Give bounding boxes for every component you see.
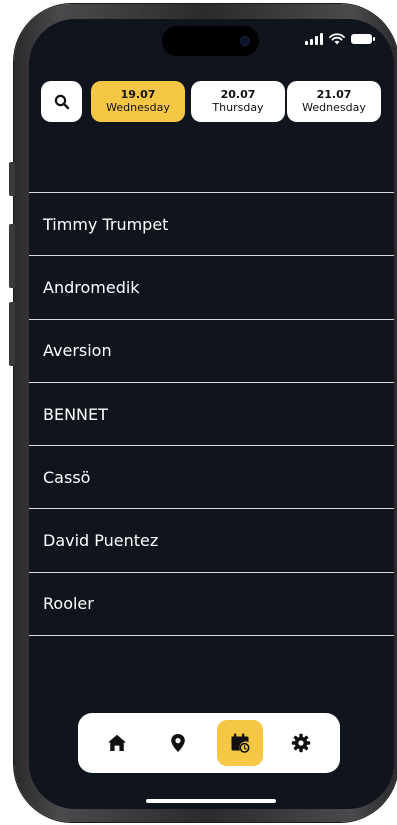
date-tab-1[interactable]: 20.07 Thursday [191, 81, 285, 122]
gear-icon [292, 733, 311, 753]
artist-list: Timmy Trumpet Andromedik Aversion BENNET… [29, 192, 394, 637]
search-icon [54, 94, 69, 109]
date-tab-weekday: Thursday [212, 101, 264, 114]
artist-list-item[interactable]: Andromedik [29, 256, 394, 320]
date-tab-weekday: Wednesday [302, 101, 366, 114]
status-bar [305, 33, 375, 45]
home-icon [107, 734, 126, 751]
nav-location-button[interactable] [155, 720, 201, 766]
volume-up-button [9, 224, 15, 288]
artist-list-item[interactable]: David Puentez [29, 509, 394, 573]
signal-icon [305, 33, 323, 45]
home-indicator[interactable] [146, 799, 276, 803]
date-tab-0[interactable]: 19.07 Wednesday [91, 81, 185, 122]
date-tab-date: 21.07 [316, 88, 352, 101]
nav-settings-button[interactable] [278, 720, 324, 766]
nav-schedule-button[interactable] [216, 720, 263, 766]
location-pin-icon [171, 734, 186, 752]
dynamic-island [162, 26, 259, 56]
volume-down-button [9, 302, 15, 366]
date-tab-2[interactable]: 21.07 Wednesday [287, 81, 381, 122]
artist-list-item[interactable]: Aversion [29, 320, 394, 383]
search-button[interactable] [41, 81, 82, 122]
artist-list-item[interactable]: BENNET [29, 383, 394, 447]
action-button [9, 162, 15, 196]
date-tab-date: 20.07 [220, 88, 256, 101]
artist-list-item[interactable]: Timmy Trumpet [29, 193, 394, 257]
app-screen: 19.07 Wednesday 20.07 Thursday 21.07 Wed… [29, 19, 394, 809]
date-tab-weekday: Wednesday [106, 101, 170, 114]
artist-list-item[interactable]: Cassö [29, 446, 394, 510]
battery-icon [351, 34, 375, 44]
camera-icon [240, 36, 250, 46]
nav-home-button[interactable] [94, 720, 140, 766]
calendar-clock-icon [231, 733, 250, 753]
artist-list-item[interactable]: Rooler [29, 573, 394, 637]
wifi-icon [329, 33, 345, 45]
date-tab-date: 19.07 [120, 88, 156, 101]
bottom-nav [78, 713, 340, 773]
